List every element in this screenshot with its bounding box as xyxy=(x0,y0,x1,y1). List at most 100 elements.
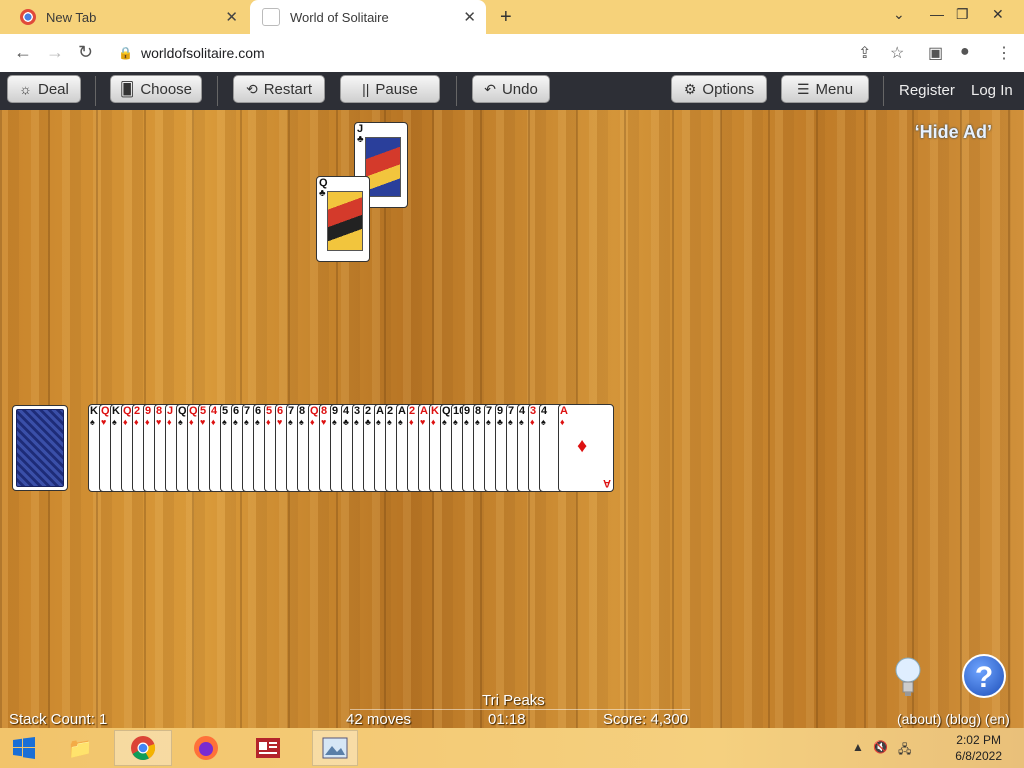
tab-world-of-solitaire[interactable]: World of Solitaire ✕ xyxy=(250,0,486,34)
card-suit: ♥ xyxy=(321,417,327,427)
close-window-icon[interactable]: ✕ xyxy=(992,6,1004,23)
file-explorer-icon[interactable]: 📁 xyxy=(58,730,102,766)
card-center-suit: ♦ xyxy=(577,435,588,457)
card-suit: ♦ xyxy=(310,417,315,427)
new-tab-button[interactable]: + xyxy=(500,6,512,29)
card-rank: K xyxy=(90,405,98,417)
game-table: ‘Hide Ad’ J ♣ Q ♣ K ♠ Q ♥ K ♠ Q ♦ 2 ♦ 9 ♦ 8 ♥ J ♦ Q ♠ Q ♦ 5 ♥… xyxy=(0,110,1024,728)
card-rank: 9 xyxy=(464,405,471,417)
forward-icon[interactable]: → xyxy=(46,42,64,63)
news-app-icon[interactable] xyxy=(246,730,290,766)
card-rank: J xyxy=(167,405,174,417)
card-rank: 3 xyxy=(354,405,361,417)
system-clock[interactable]: 2:02 PM 6/8/2022 xyxy=(955,732,1002,764)
lock-icon: 🔒 xyxy=(118,46,133,60)
undo-button[interactable]: ↶ Undo xyxy=(472,75,550,103)
card-rank: 5 xyxy=(222,405,229,417)
card-rank: Q xyxy=(189,405,198,417)
card-rank: 7 xyxy=(508,405,515,417)
card-suit: ♠ xyxy=(376,417,381,427)
volume-muted-icon[interactable]: 🔇 xyxy=(873,740,888,754)
card-suit: ♠ xyxy=(387,417,392,427)
card-rank: 7 xyxy=(288,405,295,417)
menu-button[interactable]: ☰ Menu xyxy=(781,75,869,103)
card-rank: 9 xyxy=(332,405,339,417)
card-back xyxy=(16,409,64,487)
card-rank: A xyxy=(398,405,406,417)
restore-icon[interactable]: ❐ xyxy=(956,6,969,23)
deal-button[interactable]: ☼ Deal xyxy=(7,75,81,103)
card-rank: 2 xyxy=(365,405,372,417)
card-suit: ♠ xyxy=(442,417,447,427)
reload-icon[interactable]: ↻ xyxy=(78,42,93,63)
card-suit: ♠ xyxy=(255,417,260,427)
game-timer: 01:18 xyxy=(488,711,526,728)
card-suit: ♥ xyxy=(156,417,162,427)
clock-date: 6/8/2022 xyxy=(955,749,1002,763)
tab-new-tab[interactable]: New Tab ✕ xyxy=(8,0,248,34)
network-icon[interactable]: 🖧 xyxy=(898,740,911,761)
waste-top-card[interactable]: A ♦ ♦ A xyxy=(558,404,614,492)
share-icon[interactable]: ⇪ xyxy=(858,43,871,63)
card-suit: ♦ xyxy=(431,417,436,427)
card-suit: ♠ xyxy=(475,417,480,427)
card-queen-clubs[interactable]: Q ♣ xyxy=(316,176,370,262)
card-suit: ♦ xyxy=(145,417,150,427)
card-suit: ♦ xyxy=(167,417,172,427)
card-suit: ♠ xyxy=(519,417,524,427)
card-rank: 4 xyxy=(343,405,350,417)
card-rank: 8 xyxy=(156,405,163,417)
bookmark-star-icon[interactable]: ☆ xyxy=(890,43,904,63)
url-text: worldofsolitaire.com xyxy=(140,45,265,61)
address-bar-row: ← → ↻ 🔒 worldofsolitaire.com ⇪ ☆ ▣ ● ⋮ xyxy=(0,34,1024,73)
card-suit: ♥ xyxy=(277,417,283,427)
login-link[interactable]: Log In xyxy=(971,82,1013,99)
card-suit: ♠ xyxy=(299,417,304,427)
side-panel-icon[interactable]: ▣ xyxy=(928,43,943,63)
browser-tab-bar: New Tab ✕ World of Solitaire ✕ + ⌄ — ❐ ✕ xyxy=(0,0,1024,34)
options-button[interactable]: ⚙ Options xyxy=(671,75,767,103)
image-viewer-icon[interactable] xyxy=(312,730,358,766)
chrome-taskbar-icon[interactable] xyxy=(114,730,172,766)
clock-time: 2:02 PM xyxy=(956,733,1001,747)
card-rank: Q xyxy=(101,405,110,417)
card-rank: 2 xyxy=(387,405,394,417)
pause-button[interactable]: || Pause xyxy=(340,75,440,103)
card-suit: ♠ xyxy=(90,417,95,427)
card-rank: 8 xyxy=(321,405,328,417)
card-suit: ♦ xyxy=(560,417,565,427)
start-windows-icon[interactable] xyxy=(2,730,46,766)
url-field[interactable]: 🔒 worldofsolitaire.com xyxy=(108,39,908,67)
pause-icon: || xyxy=(362,81,370,97)
tab-search-icon[interactable]: ⌄ xyxy=(893,6,905,23)
register-link[interactable]: Register xyxy=(899,82,955,99)
minimize-icon[interactable]: — xyxy=(930,6,944,22)
firefox-icon[interactable] xyxy=(184,730,228,766)
footer-links[interactable]: (about) (blog) (en) xyxy=(897,711,1010,727)
back-icon[interactable]: ← xyxy=(14,42,32,63)
hide-ad-link[interactable]: ‘Hide Ad’ xyxy=(915,122,992,143)
card-rank: 7 xyxy=(244,405,251,417)
close-tab-icon[interactable]: ✕ xyxy=(225,8,238,26)
close-tab-icon[interactable]: ✕ xyxy=(463,8,476,26)
card-suit: ♠ xyxy=(244,417,249,427)
card-suit: ♠ xyxy=(354,417,359,427)
card-rank: Q xyxy=(310,405,319,417)
choose-button[interactable]: 🂠 Choose xyxy=(110,75,202,103)
game-name: Tri Peaks xyxy=(482,692,545,709)
card-rank: 9 xyxy=(145,405,152,417)
more-menu-icon[interactable]: ⋮ xyxy=(996,43,1012,63)
face-card-art xyxy=(327,191,363,251)
card-rank: 2 xyxy=(134,405,141,417)
tray-expand-icon[interactable]: ▲ xyxy=(852,740,864,754)
card-rank-bottom: A xyxy=(603,477,611,489)
card-rank: 5 xyxy=(200,405,207,417)
restart-button[interactable]: ⟲ Restart xyxy=(233,75,325,103)
card-rank: 6 xyxy=(255,405,262,417)
move-count: 42 moves xyxy=(346,711,412,728)
divider xyxy=(456,76,457,106)
stock-pile[interactable] xyxy=(12,405,68,491)
divider xyxy=(883,76,884,106)
card-suit: ♣ xyxy=(357,134,364,145)
profile-icon[interactable]: ● xyxy=(960,43,970,61)
